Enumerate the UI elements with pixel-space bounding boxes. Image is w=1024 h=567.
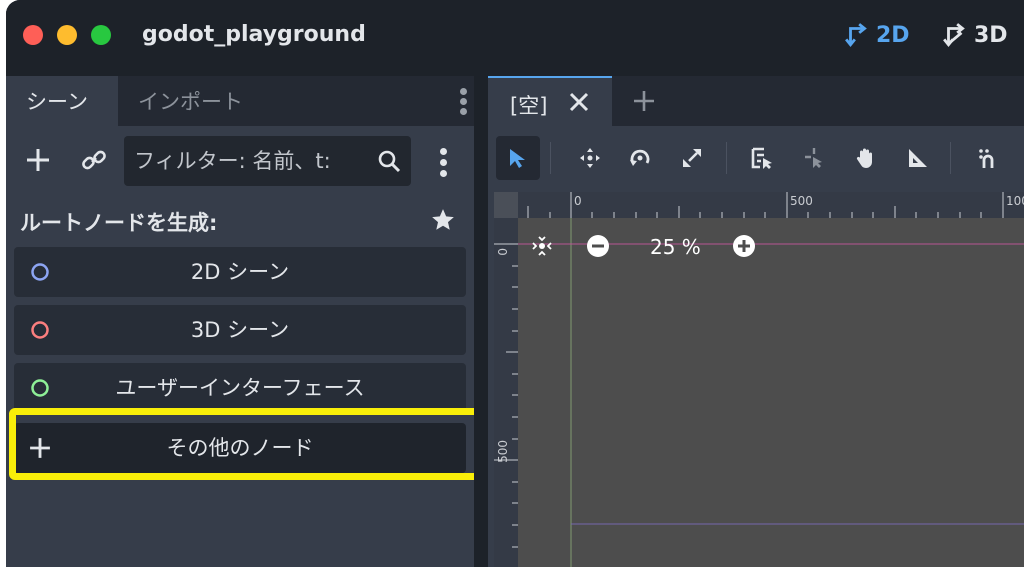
highlight-box [9, 408, 484, 480]
list-select-icon [751, 147, 772, 169]
editor-window: godot_playground 2D 3D シーン インポート フィルター: … [6, 0, 1024, 567]
list-select-button[interactable] [740, 136, 784, 180]
mode-3d-button[interactable]: 3D [942, 22, 1008, 48]
canvas-editor: [空] 0 500 10 0 500 25 % [488, 76, 1024, 567]
move-mode-button[interactable] [568, 136, 612, 180]
scene-tab-bar: [空] [488, 76, 1024, 126]
pan-mode-button[interactable] [844, 136, 888, 180]
create-3d-scene-button[interactable]: 3D シーン [14, 305, 466, 355]
select-arrow-icon [510, 149, 525, 168]
title-bar: godot_playground 2D 3D [6, 0, 1024, 72]
snap-options-button[interactable] [966, 136, 1010, 180]
scene-dock: シーン インポート ルートノードを生成: 2D シーン 3D シーン [6, 76, 474, 567]
pivot-mode-button[interactable] [792, 136, 836, 180]
add-scene-tab-icon[interactable] [632, 89, 656, 113]
scale-mode-button[interactable] [670, 136, 714, 180]
mode-3d-icon [943, 23, 965, 48]
filter-input[interactable] [134, 136, 364, 186]
favorite-star-icon[interactable] [430, 207, 456, 233]
ruler-top-label-500: 500 [790, 194, 813, 208]
minimize-window-button[interactable] [57, 25, 77, 45]
zoom-controls: 25 % [530, 230, 780, 260]
dock-tab-bar: シーン インポート [6, 76, 474, 126]
ruler-triangle-icon [909, 149, 927, 167]
search-icon[interactable] [377, 149, 401, 173]
zoom-out-icon[interactable] [586, 234, 610, 258]
scene-options-icon[interactable] [438, 146, 448, 178]
tab-scene[interactable]: シーン [6, 76, 118, 126]
rotate-mode-button[interactable] [618, 136, 662, 180]
scene-tab-label: [空] [510, 94, 548, 118]
mode-2d-icon [845, 23, 867, 48]
zoom-level[interactable]: 25 % [650, 235, 701, 259]
scene-tab-empty[interactable]: [空] [488, 76, 612, 126]
ruler-top-label-0: 0 [574, 194, 582, 208]
create-user-interface-button[interactable]: ユーザーインターフェース [14, 363, 466, 413]
zoom-in-icon[interactable] [732, 234, 756, 258]
hand-icon [856, 148, 872, 168]
create-3d-scene-label: 3D シーン [190, 318, 290, 342]
node-filter [124, 136, 411, 186]
ruler-left-label-500: 500 [496, 440, 510, 463]
maximize-window-button[interactable] [91, 25, 111, 45]
tab-import[interactable]: インポート [118, 76, 263, 126]
project-title: godot_playground [142, 22, 366, 47]
close-tab-icon[interactable] [568, 91, 590, 113]
move-icon [580, 148, 600, 168]
select-mode-button[interactable] [496, 136, 540, 180]
create-2d-scene-button[interactable]: 2D シーン [14, 247, 466, 297]
horizontal-ruler[interactable]: 0 500 100 [494, 192, 1024, 218]
create-user-interface-label: ユーザーインターフェース [115, 376, 365, 400]
scene-toolbar [6, 126, 474, 196]
add-node-icon[interactable] [24, 146, 52, 174]
create-root-heading: ルートノードを生成: [20, 211, 218, 235]
canvas-toolbar [488, 126, 1024, 192]
mode-2d-label: 2D [876, 22, 910, 48]
2d-viewport[interactable]: 0 500 10 0 500 25 % [494, 192, 1024, 567]
center-view-icon[interactable] [530, 234, 554, 258]
vertical-ruler[interactable]: 0 500 [494, 192, 518, 567]
dock-splitter[interactable] [474, 72, 488, 567]
instance-scene-icon[interactable] [80, 146, 108, 174]
ruler-top-label-1000: 100 [1006, 194, 1024, 208]
scale-icon [683, 149, 701, 167]
snap-magnet-icon [979, 149, 994, 168]
rotate-icon [630, 149, 650, 166]
mode-2d-button[interactable]: 2D [844, 22, 910, 48]
dock-menu-icon[interactable] [458, 86, 468, 116]
ruler-corner [494, 192, 518, 218]
close-window-button[interactable] [23, 25, 43, 45]
create-2d-scene-label: 2D シーン [190, 260, 290, 284]
mode-3d-label: 3D [974, 22, 1008, 48]
ruler-left-label-0: 0 [496, 248, 510, 256]
ruler-mode-button[interactable] [896, 136, 940, 180]
pivot-icon [805, 148, 822, 168]
